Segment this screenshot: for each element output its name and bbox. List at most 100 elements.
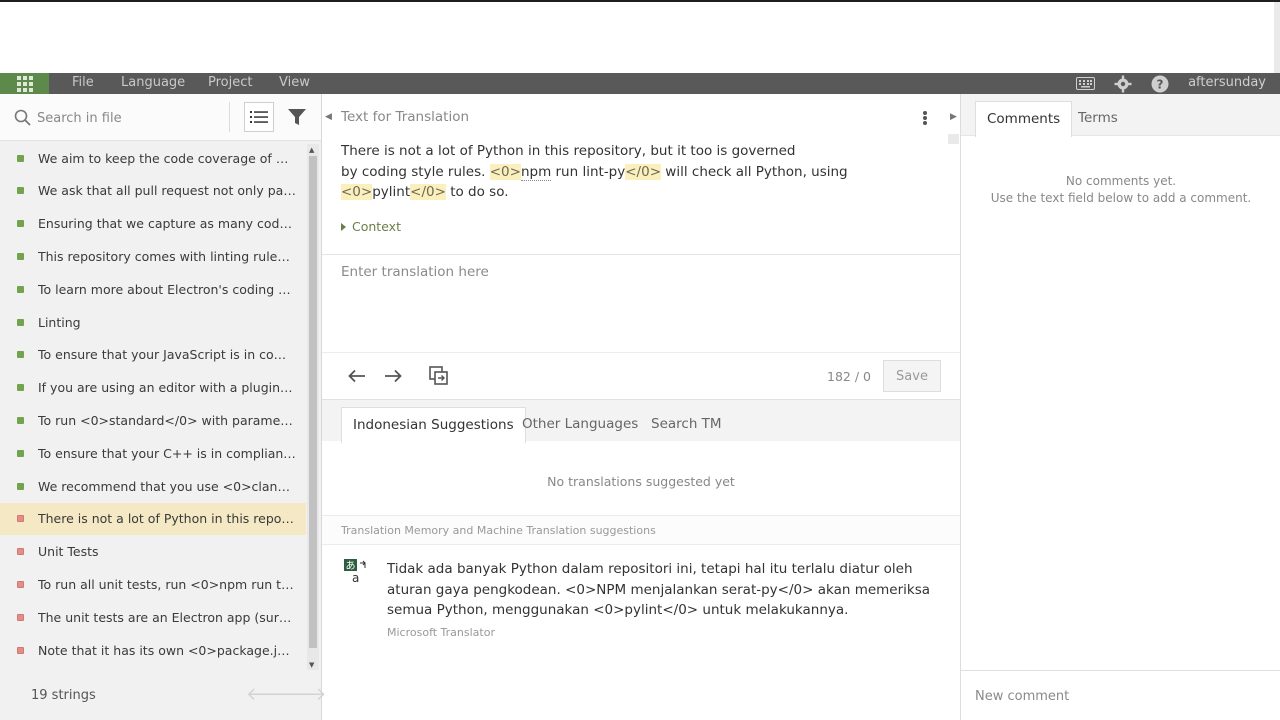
empty-suggestions-message: No translations suggested yet (547, 474, 735, 489)
tab-terms[interactable]: Terms (1067, 101, 1129, 137)
context-label: Context (352, 219, 401, 234)
source-title: Text for Translation (341, 109, 470, 125)
string-list-item[interactable]: To learn more about Electron's coding st… (0, 273, 306, 305)
comments-panel: Comments Terms No comments yet. Use the … (960, 94, 1280, 720)
placeable-tag[interactable]: <0> (489, 163, 521, 180)
menu-view[interactable]: View (279, 73, 310, 94)
empty-comments-line: Use the text field below to add a commen… (990, 191, 1252, 205)
string-list-item[interactable]: We recommend that you use <0>clang-for..… (0, 470, 306, 502)
next-string-button[interactable] (381, 364, 405, 388)
tm-header-label: Translation Memory and Machine Translati… (341, 524, 656, 537)
save-button[interactable]: Save (883, 360, 941, 392)
gear-icon[interactable] (1112, 74, 1134, 93)
copy-source-button[interactable] (427, 364, 451, 388)
string-item-label: This repository comes with linting rules… (38, 248, 296, 264)
string-list-item[interactable]: Note that it has its own <0>package.json… (0, 634, 306, 666)
string-list-item[interactable]: We ask that all pull request not only pa… (0, 175, 306, 207)
user-menu[interactable]: aftersunday (1188, 73, 1266, 94)
menubar: File Language Project View ? aftersunday (0, 73, 1280, 94)
string-item-label: To run all unit tests, run <0>npm run te… (38, 576, 296, 592)
source-line: There is not a lot of Python in this rep… (341, 143, 796, 159)
machine-translation-suggestion[interactable]: Tidak ada banyak Python dalam repositori… (387, 559, 947, 621)
more-options-icon[interactable] (919, 108, 931, 128)
collapse-left-icon[interactable]: ◀ (325, 112, 332, 122)
string-item-label: Note that it has its own <0>package.json… (38, 642, 296, 658)
status-indicator-icon (17, 187, 24, 195)
status-indicator-icon (17, 285, 24, 293)
menu-project[interactable]: Project (208, 73, 252, 94)
menu-file[interactable]: File (72, 73, 94, 94)
status-indicator-icon (17, 515, 24, 523)
placeable-tag[interactable]: <0> (341, 184, 373, 200)
search-input[interactable] (37, 106, 222, 130)
source-fragment: npm (520, 163, 552, 181)
tm-section-header: Translation Memory and Machine Translati… (322, 515, 960, 545)
empty-comments-line: No comments yet. (1065, 174, 1177, 188)
source-fragment: pylint (372, 184, 411, 200)
editor-panel: ◀ Text for Translation ▶ There is not a … (322, 94, 960, 720)
translate-icon: あ a (344, 559, 368, 585)
tab-search-tm[interactable]: Search TM (640, 407, 733, 443)
status-indicator-icon (17, 351, 24, 359)
string-list-item[interactable]: To run all unit tests, run <0>npm run te… (0, 568, 306, 600)
string-list-item[interactable]: This repository comes with linting rules… (0, 240, 306, 272)
string-list-scrollbar[interactable]: ▲ ▼ (307, 144, 319, 670)
menu-language[interactable]: Language (121, 73, 185, 94)
suggestion-source: Microsoft Translator (387, 626, 495, 639)
string-list-item[interactable]: To run <0>standard</0> with parameters, … (0, 404, 306, 436)
string-item-label: We ask that all pull request not only pa… (38, 183, 296, 199)
string-item-label: Linting (38, 314, 81, 330)
status-indicator-icon (17, 646, 24, 654)
keyboard-icon[interactable] (1074, 74, 1096, 93)
string-list-item[interactable]: There is not a lot of Python in this rep… (0, 502, 306, 535)
scroll-thumb[interactable] (309, 156, 317, 648)
arrow-left-icon (348, 369, 365, 383)
list-icon (250, 111, 268, 123)
string-item-label: We recommend that you use <0>clang-for..… (38, 478, 296, 494)
expand-triangle-icon (341, 222, 346, 231)
list-view-button[interactable] (244, 102, 274, 132)
new-comment-input[interactable] (975, 684, 1265, 708)
source-fragment: will check all Python, using (661, 163, 848, 180)
tab-indonesian-suggestions[interactable]: Indonesian Suggestions (341, 407, 526, 443)
string-list-panel: We aim to keep the code coverage of Elec… (0, 94, 326, 720)
status-indicator-icon (17, 416, 24, 424)
next-page-icon[interactable]: 🡒 (278, 684, 326, 705)
string-list-item[interactable]: The unit tests are an Electron app (surp… (0, 601, 306, 633)
string-list-item[interactable]: Unit Tests (0, 536, 306, 568)
strings-count: 19 strings (31, 688, 96, 703)
apps-menu-button[interactable] (0, 73, 49, 94)
comment-footer (961, 670, 1280, 720)
string-list-footer: 19 strings 🡐 🡒 (0, 674, 326, 720)
string-item-label: Unit Tests (38, 544, 99, 560)
context-toggle[interactable]: Context (341, 219, 401, 234)
placeable-tag[interactable]: </0> (625, 163, 662, 180)
filter-button[interactable] (284, 102, 310, 132)
scroll-down-icon[interactable]: ▼ (309, 661, 314, 669)
string-list-item[interactable]: Linting (0, 306, 306, 338)
scroll-up-icon[interactable]: ▲ (309, 146, 314, 154)
previous-string-button[interactable] (345, 364, 369, 388)
help-icon[interactable]: ? (1149, 74, 1171, 93)
string-list-item[interactable]: We aim to keep the code coverage of Elec… (0, 142, 306, 174)
search-icon (14, 109, 31, 130)
tab-comments[interactable]: Comments (975, 101, 1073, 137)
source-scrollbar[interactable] (948, 134, 959, 144)
string-list-item[interactable]: Ensuring that we capture as many code pa… (0, 208, 306, 240)
status-indicator-icon (17, 252, 24, 260)
string-list-item[interactable]: To ensure that your JavaScript is in com… (0, 339, 306, 371)
collapse-right-icon[interactable]: ▶ (950, 112, 957, 122)
status-indicator-icon (17, 482, 24, 490)
string-item-label: If you are using an editor with a plugin… (38, 380, 296, 396)
placeable-tag[interactable]: </0> (410, 184, 446, 200)
string-item-label: To run <0>standard</0> with parameters, … (38, 412, 296, 428)
status-indicator-icon (17, 449, 24, 457)
string-list-item[interactable]: If you are using an editor with a plugin… (0, 372, 306, 404)
tab-other-languages[interactable]: Other Languages (511, 407, 649, 443)
string-item-label: To ensure that your C++ is in compliance… (38, 445, 296, 461)
divider (322, 254, 960, 255)
status-indicator-icon (17, 580, 24, 588)
string-list-item[interactable]: To ensure that your C++ is in compliance… (0, 437, 306, 469)
translation-input[interactable] (341, 264, 941, 344)
window-edge (1274, 2, 1280, 75)
